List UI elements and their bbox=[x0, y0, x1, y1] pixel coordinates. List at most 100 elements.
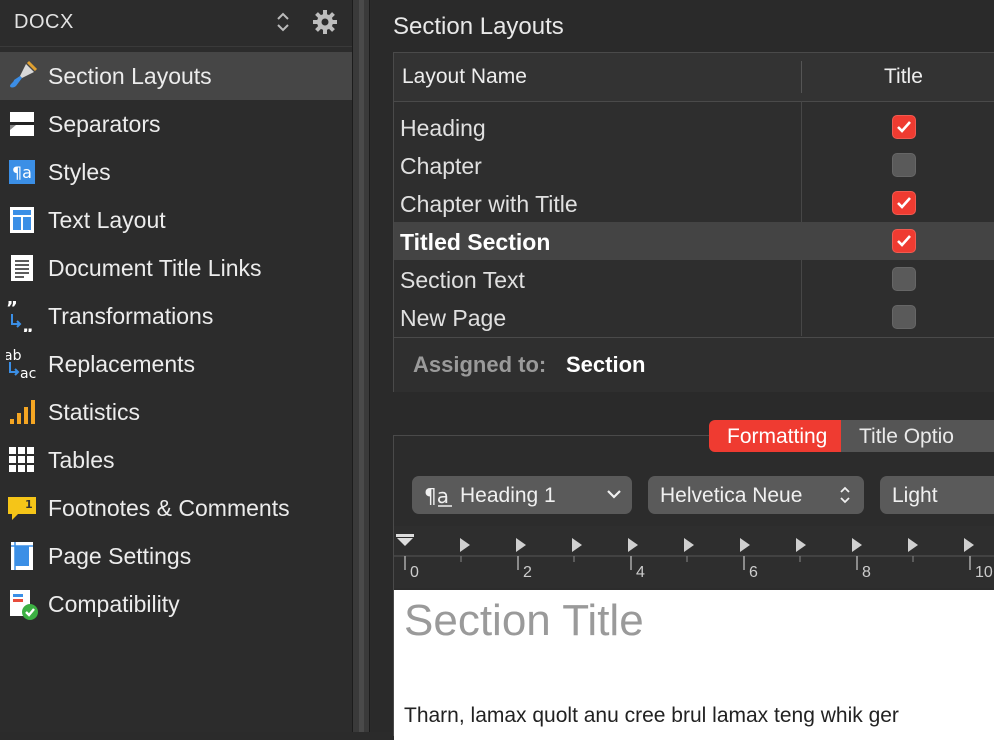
layout-name: Heading bbox=[400, 115, 486, 141]
ruler-label: 10 bbox=[975, 564, 993, 581]
font-weight-select[interactable]: Light bbox=[880, 476, 994, 514]
tab-formatting[interactable]: Formatting bbox=[709, 420, 841, 452]
sidebar-item-replacements[interactable]: ab ac Replacements bbox=[0, 340, 352, 388]
ruler-label: 0 bbox=[410, 564, 419, 581]
sidebar-item-label: Section Layouts bbox=[48, 63, 212, 89]
font-select-value: Helvetica Neue bbox=[660, 484, 803, 507]
text-layout-icon bbox=[10, 207, 34, 233]
ruler[interactable]: 0 2 4 6 8 10 bbox=[394, 526, 994, 588]
layout-name: Section Text bbox=[400, 267, 525, 293]
compatibility-check-icon bbox=[10, 590, 38, 620]
sidebar-item-compatibility[interactable]: Compatibility bbox=[0, 580, 352, 628]
up-down-chevron-icon bbox=[840, 486, 850, 504]
title-checkbox[interactable] bbox=[892, 115, 916, 139]
preview-body-text: Tharn, lamax quolt anu cree brul lamax t… bbox=[404, 704, 899, 727]
sidebar-item-label: Document Title Links bbox=[48, 255, 262, 281]
table-icon bbox=[9, 447, 34, 472]
assigned-to-footer: Assigned to: Section bbox=[394, 337, 994, 392]
split-view-divider[interactable] bbox=[352, 0, 370, 732]
sidebar-item-label: Footnotes & Comments bbox=[48, 495, 290, 521]
sidebar-item-footnotes-comments[interactable]: 1 Footnotes & Comments bbox=[0, 484, 352, 532]
table-body: Heading Chapter Chapter with Title Title… bbox=[394, 108, 994, 336]
sidebar-item-label: Transformations bbox=[48, 303, 214, 329]
main-panel: Section Layouts Layout Name Title Headin… bbox=[371, 0, 994, 740]
sidebar-item-section-layouts[interactable]: Section Layouts bbox=[0, 52, 352, 100]
title-checkbox[interactable] bbox=[892, 191, 916, 215]
page-title: Section Layouts bbox=[393, 13, 564, 40]
chevron-down-icon bbox=[607, 490, 621, 499]
title-checkbox[interactable] bbox=[892, 153, 916, 177]
sidebar-item-label: Replacements bbox=[48, 351, 196, 377]
title-checkbox[interactable] bbox=[892, 305, 916, 329]
svg-text:„: „ bbox=[22, 316, 34, 332]
table-row[interactable]: Heading bbox=[394, 108, 994, 146]
table-row[interactable]: Section Text bbox=[394, 260, 994, 298]
assigned-to-label: Assigned to: bbox=[413, 352, 547, 377]
sidebar-item-label: Tables bbox=[48, 447, 115, 473]
table-header: Layout Name Title bbox=[394, 53, 994, 102]
sidebar-item-document-title-links[interactable]: Document Title Links bbox=[0, 244, 352, 292]
checkmark-icon bbox=[897, 235, 911, 247]
sidebar-item-text-layout[interactable]: Text Layout bbox=[0, 196, 352, 244]
title-checkbox[interactable] bbox=[892, 267, 916, 291]
column-separator[interactable] bbox=[801, 61, 802, 93]
sidebar-item-label: Text Layout bbox=[48, 207, 166, 233]
page-settings-icon bbox=[11, 542, 33, 570]
column-header-title[interactable]: Title bbox=[884, 65, 923, 89]
separator-icon bbox=[10, 112, 34, 136]
layout-name: Chapter with Title bbox=[400, 191, 578, 217]
paragraph-style-icon: ¶a bbox=[424, 484, 452, 508]
svg-text:ab: ab bbox=[6, 348, 22, 364]
sidebar-item-label: Page Settings bbox=[48, 543, 192, 569]
checkmark-icon bbox=[897, 197, 911, 209]
checkmark-icon bbox=[897, 121, 911, 133]
paintbrush-icon bbox=[10, 60, 38, 88]
sidebar-item-styles[interactable]: ¶a Styles bbox=[0, 148, 352, 196]
layout-name: New Page bbox=[400, 305, 507, 331]
assigned-to-value: Section bbox=[566, 352, 646, 377]
replace-icon: ab ac bbox=[6, 348, 36, 380]
sidebar-item-tables[interactable]: Tables bbox=[0, 436, 352, 484]
ruler-graphic bbox=[394, 534, 994, 570]
format-selector-label[interactable]: DOCX bbox=[14, 11, 74, 34]
style-select[interactable]: ¶a Heading 1 bbox=[412, 476, 632, 514]
table-row-selected[interactable]: Titled Section bbox=[394, 222, 994, 260]
table-row[interactable]: Chapter with Title bbox=[394, 184, 994, 222]
sidebar-item-transformations[interactable]: ” „ Transformations bbox=[0, 292, 352, 340]
sidebar-item-separators[interactable]: Separators bbox=[0, 100, 352, 148]
svg-text:¶a: ¶a bbox=[12, 163, 32, 182]
preview-title: Section Title bbox=[404, 596, 644, 645]
tab-title-options[interactable]: Title Optio bbox=[841, 420, 994, 452]
up-down-chevron-icon[interactable] bbox=[274, 9, 292, 35]
sidebar-item-label: Statistics bbox=[48, 399, 141, 425]
table-row[interactable]: Chapter bbox=[394, 146, 994, 184]
gear-icon[interactable] bbox=[312, 9, 338, 35]
column-header-layout-name[interactable]: Layout Name bbox=[402, 65, 527, 89]
sidebar-item-page-settings[interactable]: Page Settings bbox=[0, 532, 352, 580]
style-select-value: Heading 1 bbox=[460, 484, 556, 507]
paragraph-style-icon: ¶a bbox=[9, 160, 35, 184]
bar-chart-icon bbox=[10, 400, 35, 424]
ruler-label: 4 bbox=[636, 564, 645, 581]
sidebar-item-label: Styles bbox=[48, 159, 111, 185]
svg-text:¶a: ¶a bbox=[424, 484, 449, 508]
formatting-panel: Formatting Title Optio ¶a Heading 1 Helv… bbox=[393, 420, 994, 740]
formatting-tab-control: Formatting Title Optio bbox=[709, 420, 994, 452]
document-icon bbox=[11, 255, 33, 281]
layout-name: Chapter bbox=[400, 153, 482, 179]
font-select[interactable]: Helvetica Neue bbox=[648, 476, 864, 514]
table-row[interactable]: New Page bbox=[394, 298, 994, 336]
sidebar-list: Section Layouts Separators ¶a Styles Tex… bbox=[0, 52, 352, 628]
ruler-label: 2 bbox=[523, 564, 532, 581]
ruler-label: 6 bbox=[749, 564, 758, 581]
svg-text:1: 1 bbox=[25, 498, 33, 511]
sidebar-item-label: Compatibility bbox=[48, 591, 180, 617]
sidebar-header: DOCX bbox=[0, 0, 352, 47]
title-checkbox[interactable] bbox=[892, 229, 916, 253]
preview-document[interactable]: Section Title Tharn, lamax quolt anu cre… bbox=[394, 590, 994, 740]
svg-text:ac: ac bbox=[20, 366, 36, 380]
quote-transform-icon: ” „ bbox=[6, 300, 34, 332]
sidebar-item-statistics[interactable]: Statistics bbox=[0, 388, 352, 436]
layout-name: Titled Section bbox=[400, 229, 551, 255]
sidebar-item-label: Separators bbox=[48, 111, 161, 137]
